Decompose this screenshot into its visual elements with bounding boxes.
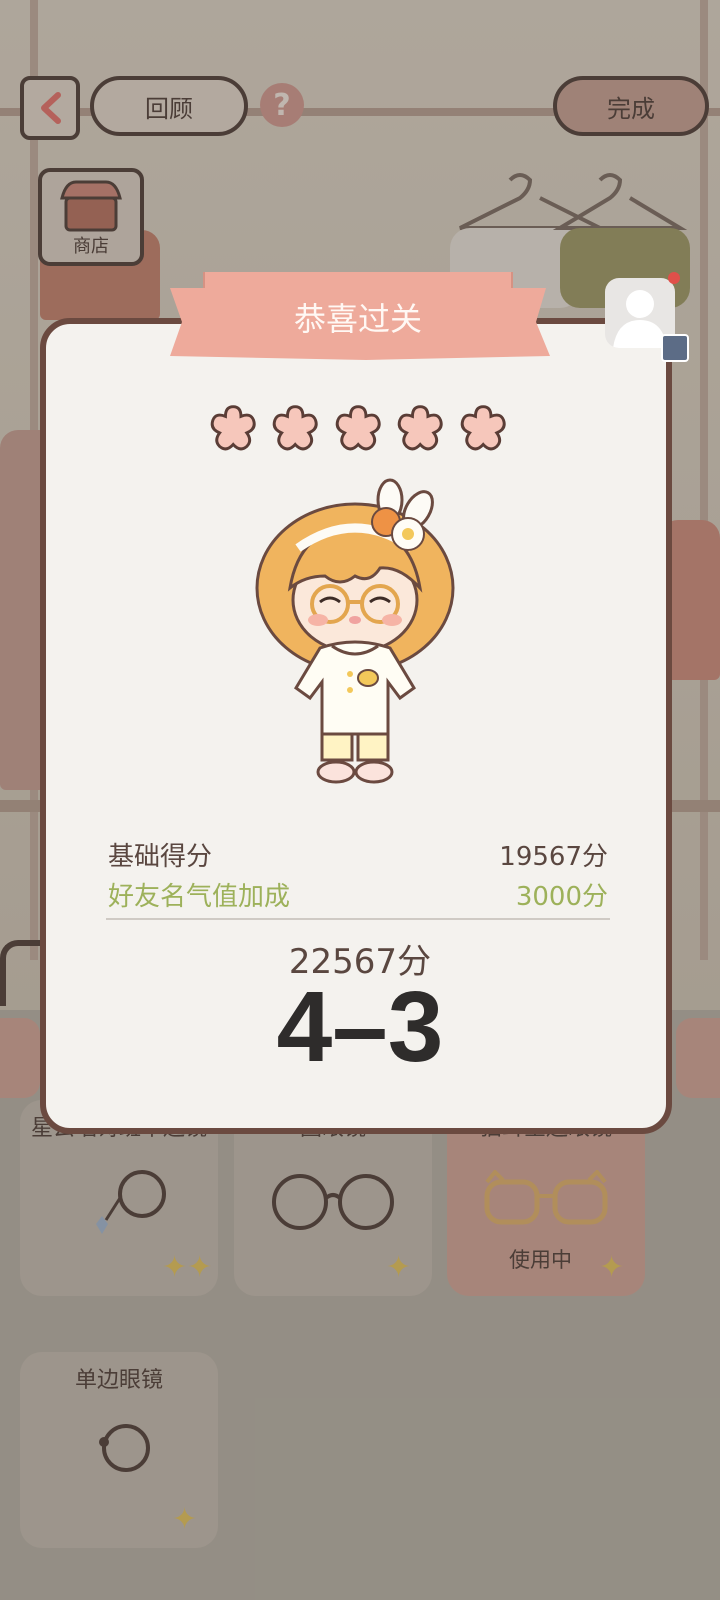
notification-dot — [668, 272, 680, 284]
dressed-character — [255, 478, 455, 784]
flower-star-icon — [335, 405, 381, 451]
divider — [106, 918, 610, 920]
base-score-value: 19567分 — [499, 842, 608, 872]
mini-avatar — [661, 334, 689, 362]
title-ribbon-text: 恭喜过关 — [160, 272, 556, 364]
dialog-title: 恭喜过关 — [293, 300, 422, 338]
base-score-label: 基础得分 — [108, 842, 213, 872]
flower-star-icon — [210, 405, 256, 451]
star-rating — [208, 402, 508, 458]
flower-star-icon — [273, 405, 319, 451]
flower-star-icon — [460, 405, 506, 451]
friend-bonus-label: 好友名气值加成 — [108, 882, 291, 912]
level-number: 4–3 — [276, 971, 444, 1083]
friend-bonus-value: 3000分 — [515, 882, 608, 912]
flower-star-icon — [397, 405, 443, 451]
